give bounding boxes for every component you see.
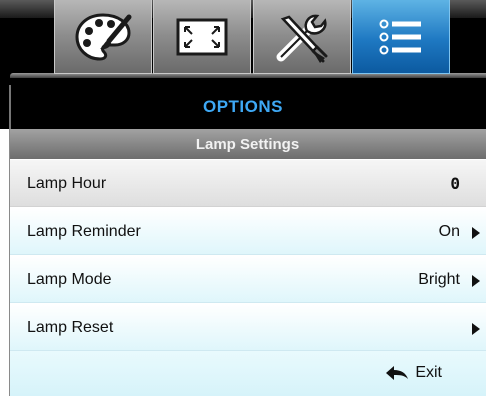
exit-button[interactable]: Exit bbox=[385, 363, 442, 383]
section-header: Lamp Settings bbox=[9, 129, 486, 159]
lamp-mode-value: Bright bbox=[418, 271, 460, 288]
arrow-right-icon bbox=[472, 323, 480, 335]
menu-items: Lamp Hour 0 Lamp Reminder On Lamp Mode B… bbox=[9, 159, 486, 351]
menu-tab-bar bbox=[0, 0, 486, 85]
menu-item-lamp-reset[interactable]: Lamp Reset bbox=[9, 303, 486, 351]
list-menu-icon bbox=[379, 19, 421, 54]
arrow-right-icon bbox=[472, 275, 480, 287]
lamp-hour-value: 0 bbox=[450, 174, 460, 193]
menu-item-label: Lamp Mode bbox=[27, 271, 112, 288]
exit-label: Exit bbox=[415, 364, 442, 381]
screen-resize-icon bbox=[176, 18, 228, 55]
tab-setup[interactable] bbox=[253, 0, 351, 74]
menu-item-lamp-hour: Lamp Hour 0 bbox=[9, 159, 486, 207]
menu-item-lamp-mode[interactable]: Lamp Mode Bright bbox=[9, 255, 486, 303]
tab-options[interactable] bbox=[352, 0, 450, 74]
menu-title-bar: OPTIONS bbox=[0, 85, 486, 129]
lamp-reminder-value: On bbox=[438, 223, 460, 240]
back-arrow-icon bbox=[386, 366, 409, 380]
projector-osd-menu: OPTIONS Lamp Settings Lamp Hour 0 Lamp R… bbox=[0, 0, 486, 396]
section-title: Lamp Settings bbox=[195, 135, 300, 153]
exit-row: Exit bbox=[9, 351, 486, 396]
palette-icon bbox=[75, 12, 132, 61]
menu-item-label: Lamp Reset bbox=[27, 319, 114, 336]
tab-display[interactable] bbox=[54, 0, 152, 74]
menu-item-lamp-reminder[interactable]: Lamp Reminder On bbox=[9, 207, 486, 255]
arrow-right-icon bbox=[472, 227, 480, 239]
tab-screen[interactable] bbox=[153, 0, 251, 74]
menu-item-label: Lamp Hour bbox=[27, 175, 107, 192]
menu-item-label: Lamp Reminder bbox=[27, 223, 141, 240]
tools-icon bbox=[276, 14, 328, 63]
menu-title: OPTIONS bbox=[202, 97, 283, 116]
